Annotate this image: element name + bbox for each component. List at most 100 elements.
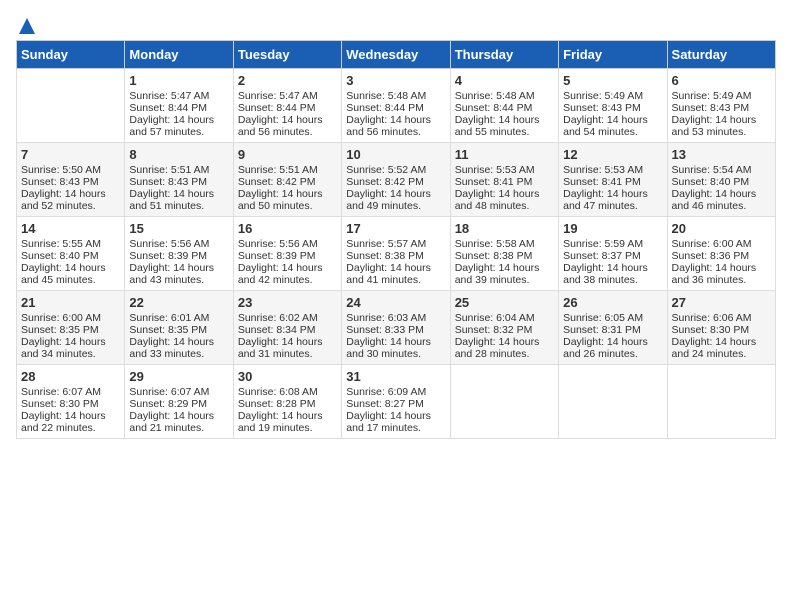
sunrise-text: Sunrise: 5:56 AM [129,238,209,250]
daylight-text: Daylight: 14 hours and 39 minutes. [455,262,540,286]
sunrise-text: Sunrise: 6:00 AM [672,238,752,250]
sunrise-text: Sunrise: 5:50 AM [21,164,101,176]
sunset-text: Sunset: 8:27 PM [346,398,424,410]
day-number: 25 [455,295,554,310]
sunset-text: Sunset: 8:35 PM [21,324,99,336]
daylight-text: Daylight: 14 hours and 52 minutes. [21,188,106,212]
calendar-cell: 29 Sunrise: 6:07 AM Sunset: 8:29 PM Dayl… [125,365,233,439]
calendar-cell: 31 Sunrise: 6:09 AM Sunset: 8:27 PM Dayl… [342,365,450,439]
calendar-week-2: 7 Sunrise: 5:50 AM Sunset: 8:43 PM Dayli… [17,143,776,217]
sunrise-text: Sunrise: 5:57 AM [346,238,426,250]
sunrise-text: Sunrise: 5:56 AM [238,238,318,250]
daylight-text: Daylight: 14 hours and 51 minutes. [129,188,214,212]
sunset-text: Sunset: 8:30 PM [672,324,750,336]
daylight-text: Daylight: 14 hours and 24 minutes. [672,336,757,360]
sunset-text: Sunset: 8:34 PM [238,324,316,336]
col-header-friday: Friday [559,41,667,69]
sunset-text: Sunset: 8:37 PM [563,250,641,262]
sunrise-text: Sunrise: 6:02 AM [238,312,318,324]
day-number: 22 [129,295,228,310]
daylight-text: Daylight: 14 hours and 22 minutes. [21,410,106,434]
calendar-cell: 14 Sunrise: 5:55 AM Sunset: 8:40 PM Dayl… [17,217,125,291]
calendar-cell: 25 Sunrise: 6:04 AM Sunset: 8:32 PM Dayl… [450,291,558,365]
col-header-thursday: Thursday [450,41,558,69]
calendar-cell: 5 Sunrise: 5:49 AM Sunset: 8:43 PM Dayli… [559,69,667,143]
daylight-text: Daylight: 14 hours and 54 minutes. [563,114,648,138]
sunset-text: Sunset: 8:33 PM [346,324,424,336]
day-number: 8 [129,147,228,162]
day-number: 9 [238,147,337,162]
sunset-text: Sunset: 8:41 PM [563,176,641,188]
calendar-cell: 1 Sunrise: 5:47 AM Sunset: 8:44 PM Dayli… [125,69,233,143]
daylight-text: Daylight: 14 hours and 33 minutes. [129,336,214,360]
calendar-cell: 11 Sunrise: 5:53 AM Sunset: 8:41 PM Dayl… [450,143,558,217]
sunrise-text: Sunrise: 5:59 AM [563,238,643,250]
calendar-cell: 19 Sunrise: 5:59 AM Sunset: 8:37 PM Dayl… [559,217,667,291]
day-number: 16 [238,221,337,236]
daylight-text: Daylight: 14 hours and 26 minutes. [563,336,648,360]
day-number: 6 [672,73,771,88]
sunset-text: Sunset: 8:44 PM [238,102,316,114]
calendar-cell [667,365,775,439]
sunset-text: Sunset: 8:28 PM [238,398,316,410]
sunset-text: Sunset: 8:31 PM [563,324,641,336]
sunrise-text: Sunrise: 5:48 AM [455,90,535,102]
sunrise-text: Sunrise: 6:07 AM [129,386,209,398]
sunrise-text: Sunrise: 6:06 AM [672,312,752,324]
daylight-text: Daylight: 14 hours and 34 minutes. [21,336,106,360]
sunset-text: Sunset: 8:30 PM [21,398,99,410]
calendar-cell: 4 Sunrise: 5:48 AM Sunset: 8:44 PM Dayli… [450,69,558,143]
calendar-cell: 10 Sunrise: 5:52 AM Sunset: 8:42 PM Dayl… [342,143,450,217]
sunrise-text: Sunrise: 5:49 AM [563,90,643,102]
sunrise-text: Sunrise: 5:54 AM [672,164,752,176]
calendar-table: SundayMondayTuesdayWednesdayThursdayFrid… [16,40,776,439]
calendar-cell: 7 Sunrise: 5:50 AM Sunset: 8:43 PM Dayli… [17,143,125,217]
calendar-cell [559,365,667,439]
sunset-text: Sunset: 8:42 PM [238,176,316,188]
calendar-cell: 21 Sunrise: 6:00 AM Sunset: 8:35 PM Dayl… [17,291,125,365]
calendar-cell: 2 Sunrise: 5:47 AM Sunset: 8:44 PM Dayli… [233,69,341,143]
calendar-week-4: 21 Sunrise: 6:00 AM Sunset: 8:35 PM Dayl… [17,291,776,365]
sunset-text: Sunset: 8:44 PM [455,102,533,114]
calendar-cell: 13 Sunrise: 5:54 AM Sunset: 8:40 PM Dayl… [667,143,775,217]
daylight-text: Daylight: 14 hours and 45 minutes. [21,262,106,286]
sunset-text: Sunset: 8:39 PM [129,250,207,262]
sunrise-text: Sunrise: 5:49 AM [672,90,752,102]
calendar-cell: 17 Sunrise: 5:57 AM Sunset: 8:38 PM Dayl… [342,217,450,291]
daylight-text: Daylight: 14 hours and 55 minutes. [455,114,540,138]
header [16,16,776,32]
day-number: 11 [455,147,554,162]
daylight-text: Daylight: 14 hours and 50 minutes. [238,188,323,212]
sunrise-text: Sunrise: 5:52 AM [346,164,426,176]
calendar-body: 1 Sunrise: 5:47 AM Sunset: 8:44 PM Dayli… [17,69,776,439]
sunrise-text: Sunrise: 6:03 AM [346,312,426,324]
calendar-cell: 12 Sunrise: 5:53 AM Sunset: 8:41 PM Dayl… [559,143,667,217]
sunrise-text: Sunrise: 6:09 AM [346,386,426,398]
sunset-text: Sunset: 8:38 PM [346,250,424,262]
day-number: 24 [346,295,445,310]
day-number: 28 [21,369,120,384]
day-number: 7 [21,147,120,162]
daylight-text: Daylight: 14 hours and 48 minutes. [455,188,540,212]
sunset-text: Sunset: 8:43 PM [21,176,99,188]
calendar-cell: 23 Sunrise: 6:02 AM Sunset: 8:34 PM Dayl… [233,291,341,365]
day-number: 21 [21,295,120,310]
sunset-text: Sunset: 8:44 PM [129,102,207,114]
sunset-text: Sunset: 8:40 PM [21,250,99,262]
day-number: 26 [563,295,662,310]
sunset-text: Sunset: 8:43 PM [129,176,207,188]
sunrise-text: Sunrise: 5:47 AM [129,90,209,102]
sunrise-text: Sunrise: 5:48 AM [346,90,426,102]
day-number: 4 [455,73,554,88]
daylight-text: Daylight: 14 hours and 38 minutes. [563,262,648,286]
sunrise-text: Sunrise: 6:05 AM [563,312,643,324]
daylight-text: Daylight: 14 hours and 17 minutes. [346,410,431,434]
calendar-week-3: 14 Sunrise: 5:55 AM Sunset: 8:40 PM Dayl… [17,217,776,291]
col-header-tuesday: Tuesday [233,41,341,69]
calendar-week-1: 1 Sunrise: 5:47 AM Sunset: 8:44 PM Dayli… [17,69,776,143]
day-number: 30 [238,369,337,384]
sunset-text: Sunset: 8:42 PM [346,176,424,188]
calendar-cell: 8 Sunrise: 5:51 AM Sunset: 8:43 PM Dayli… [125,143,233,217]
sunrise-text: Sunrise: 6:01 AM [129,312,209,324]
sunset-text: Sunset: 8:39 PM [238,250,316,262]
